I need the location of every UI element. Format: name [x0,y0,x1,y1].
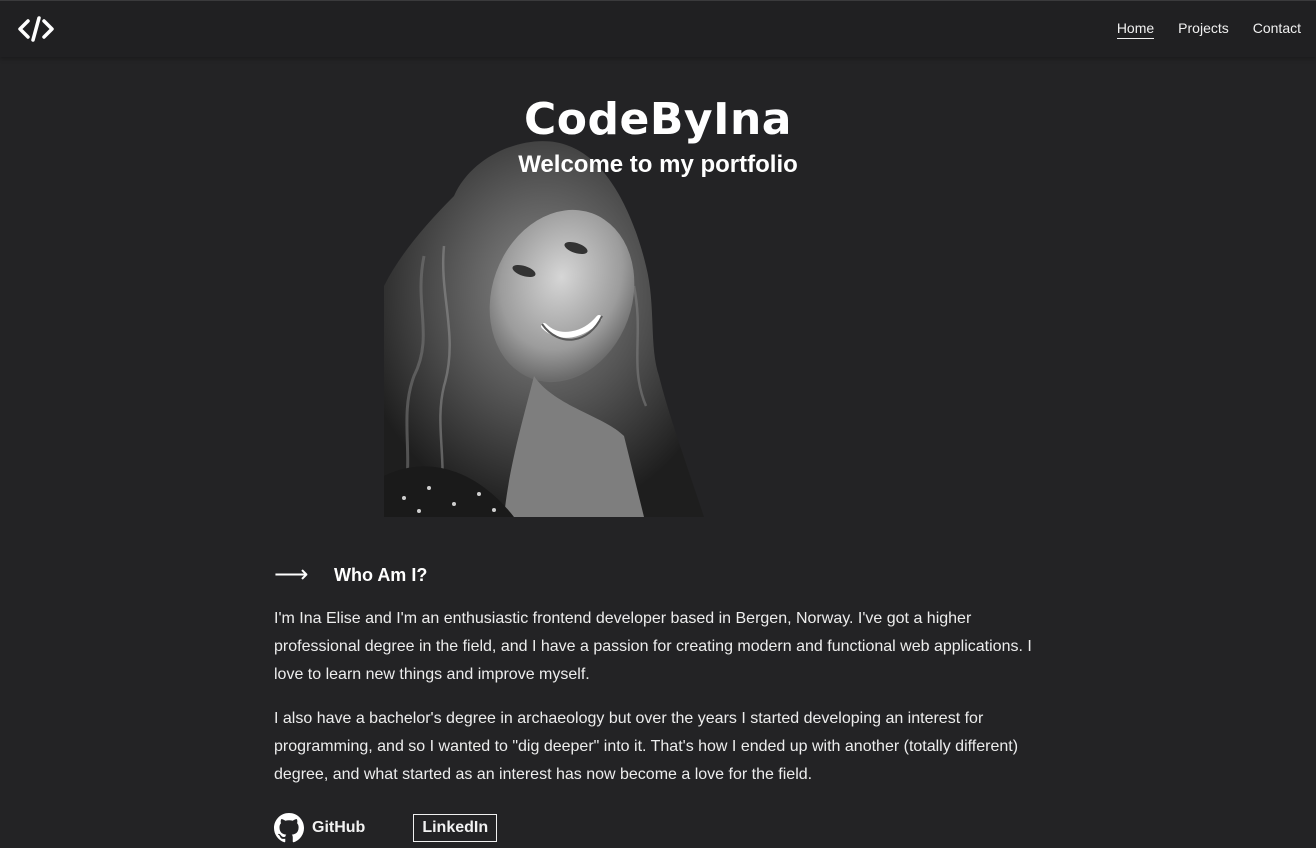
about-title: Who Am I? [334,564,428,585]
about-section: ⟶ Who Am I? I'm Ina Elise and I'm an ent… [274,560,1034,843]
site-title: CodeByIna [524,94,792,145]
nav-link-projects[interactable]: Projects [1178,20,1229,39]
github-label: GitHub [312,819,366,836]
arrow-right-icon: ⟶ [274,561,309,588]
github-icon [274,813,304,843]
nav-link-home[interactable]: Home [1116,20,1155,39]
about-paragraph: I'm Ina Elise and I'm an enthusiastic fr… [274,610,1032,683]
linkedin-button[interactable]: LinkedIn [413,814,498,842]
nav-links: Home Projects Contact [1116,20,1301,39]
social-links: GitHub LinkedIn [274,813,1034,843]
code-brackets-icon[interactable] [17,14,55,44]
github-link[interactable]: GitHub [274,813,365,843]
about-paragraph: I also have a bachelor's degree in archa… [274,710,1019,783]
about-header: ⟶ Who Am I? [274,560,1034,590]
profile-photo [384,136,704,517]
nav-link-contact[interactable]: Contact [1253,20,1301,39]
site-subtitle: Welcome to my portfolio [518,151,798,178]
navbar: Home Projects Contact [0,0,1316,57]
